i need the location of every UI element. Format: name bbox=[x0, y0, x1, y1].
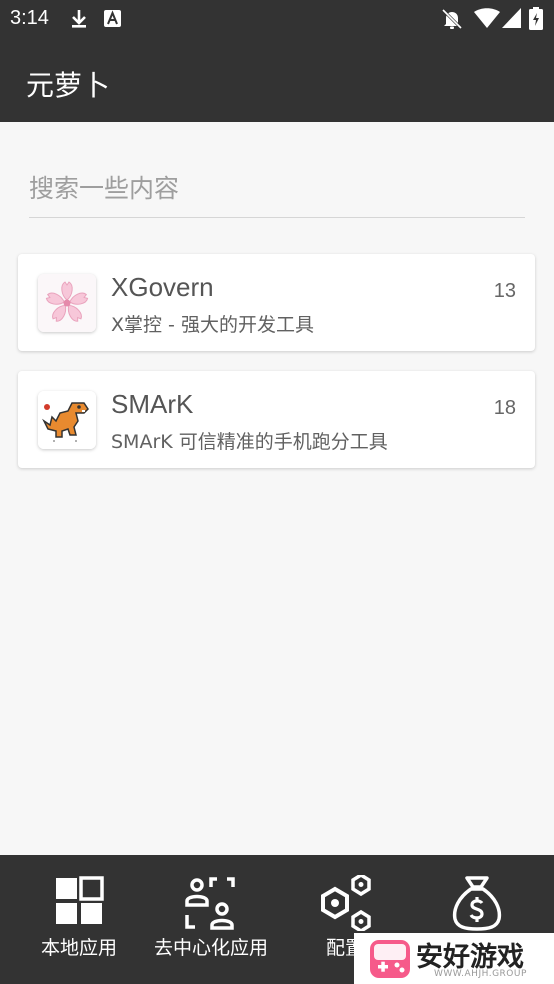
app-card-xgovern[interactable]: XGovern X掌控 - 强大的开发工具 13 bbox=[18, 254, 535, 351]
app-count: 18 bbox=[493, 397, 516, 419]
watermark-logo: 安好游戏 WWW.AHJH.GROUP bbox=[354, 933, 554, 984]
app-card-smark[interactable]: SMArK SMArK 可信精准的手机跑分工具 18 bbox=[18, 371, 535, 468]
status-bar: 3:14 bbox=[0, 0, 554, 40]
hexagon-nodes-icon bbox=[321, 875, 371, 931]
search-input[interactable] bbox=[29, 160, 525, 216]
decentralized-users-icon bbox=[185, 877, 235, 930]
app-name: SMArK bbox=[111, 389, 194, 419]
app-description: X掌控 - 强大的开发工具 bbox=[111, 314, 314, 336]
download-icon bbox=[72, 10, 86, 28]
nav-label: 本地应用 bbox=[40, 937, 117, 959]
gamepad-logo-icon bbox=[370, 940, 410, 978]
app-description: SMArK 可信精准的手机跑分工具 bbox=[111, 431, 388, 453]
app-count: 13 bbox=[493, 280, 516, 302]
wifi-icon bbox=[474, 8, 500, 28]
nav-local-apps[interactable]: 本地应用 bbox=[10, 855, 148, 984]
battery-icon bbox=[529, 7, 543, 30]
sakura-flower-icon bbox=[38, 274, 96, 332]
watermark-sub: WWW.AHJH.GROUP bbox=[434, 969, 527, 979]
search-field[interactable] bbox=[29, 160, 525, 218]
app-bar: 元萝卜 bbox=[0, 40, 554, 122]
money-bag-icon bbox=[452, 876, 502, 931]
status-time: 3:14 bbox=[10, 7, 49, 29]
a-notification-icon bbox=[104, 10, 121, 27]
nav-decentralized-apps[interactable]: 去中心化应用 bbox=[142, 855, 280, 984]
nav-label: 去中心化应用 bbox=[153, 937, 268, 959]
app-title: 元萝卜 bbox=[26, 69, 111, 102]
orange-dinosaur-icon bbox=[38, 391, 96, 449]
grid-apps-icon bbox=[56, 876, 104, 924]
bell-off-icon bbox=[441, 8, 463, 30]
signal-icon bbox=[502, 8, 521, 28]
app-name: XGovern bbox=[111, 272, 214, 302]
